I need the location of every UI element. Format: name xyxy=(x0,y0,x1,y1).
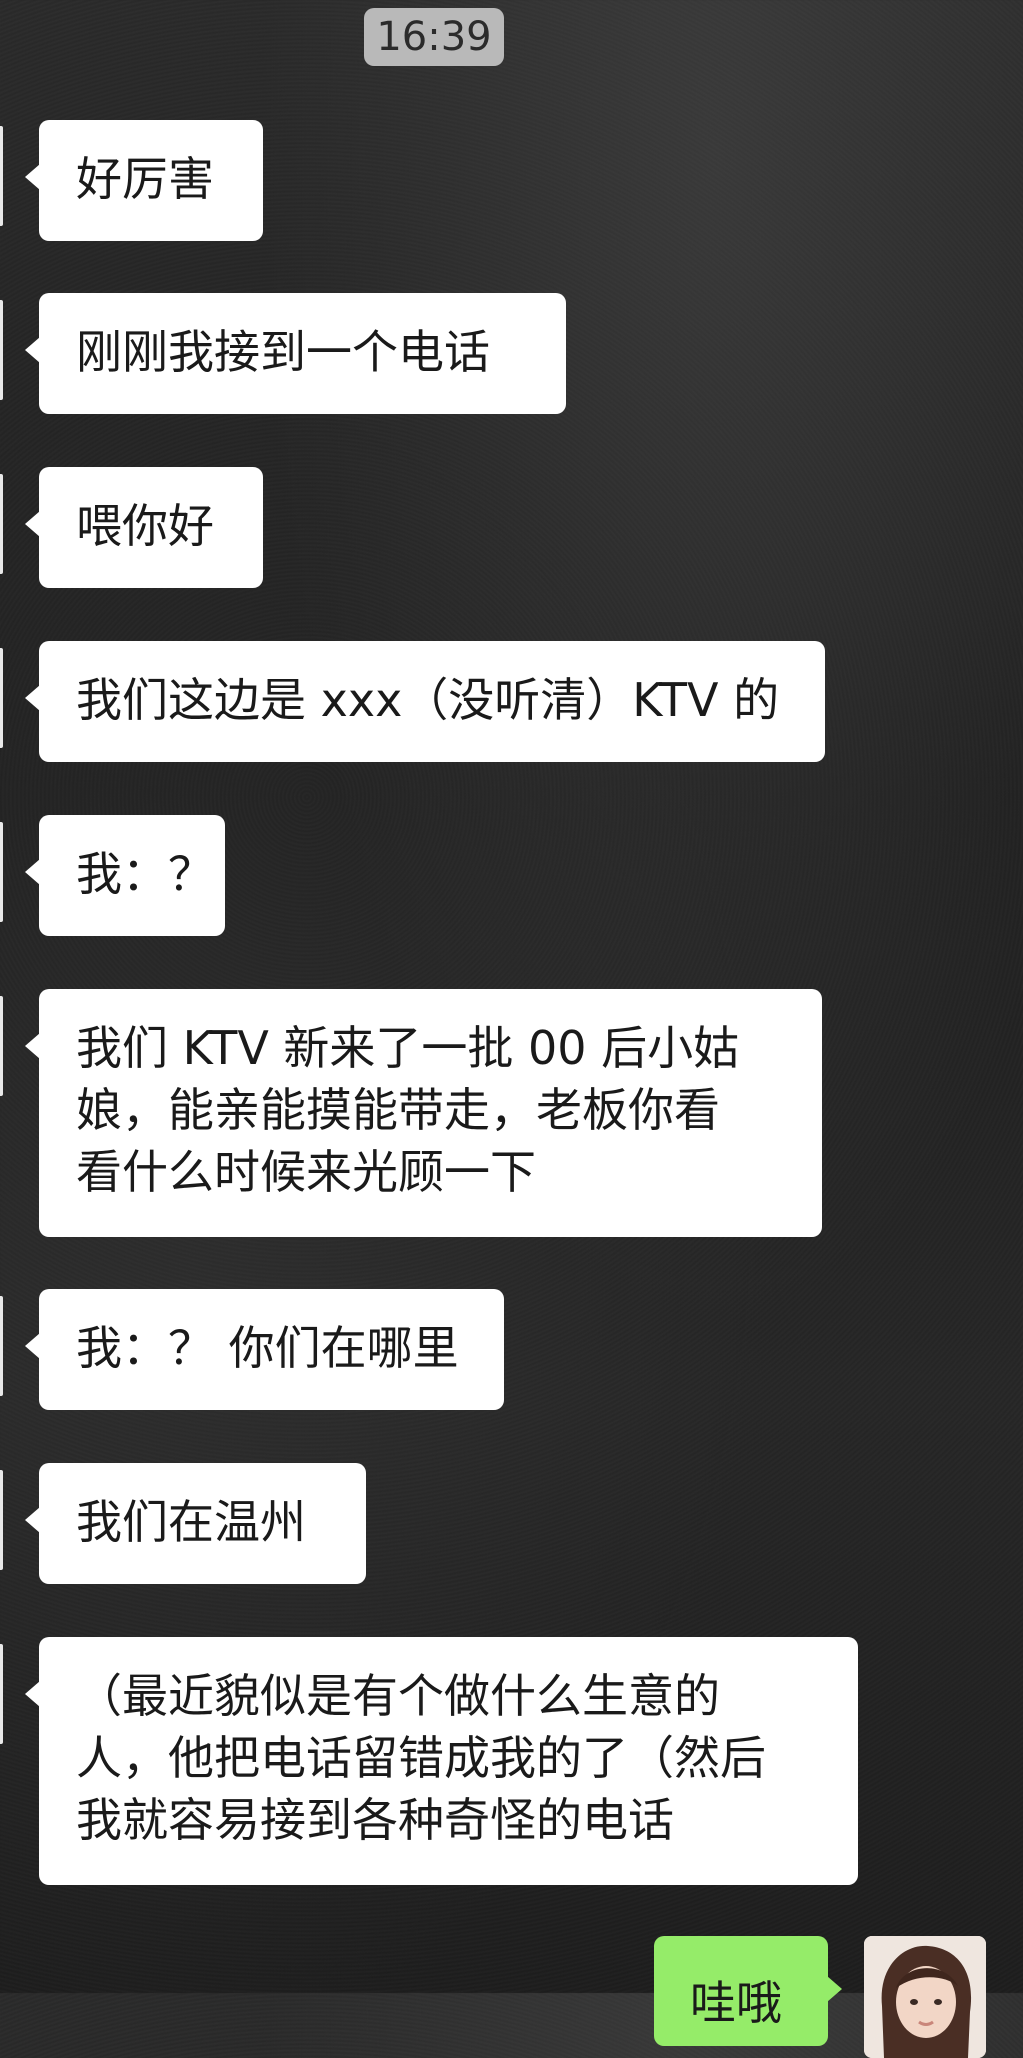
user-avatar[interactable] xyxy=(864,1936,986,2058)
sender-avatar[interactable] xyxy=(0,1644,3,1744)
sender-avatar[interactable] xyxy=(0,822,3,922)
message-bubble[interactable]: 我们在温州 xyxy=(25,1463,366,1584)
sender-avatar[interactable] xyxy=(0,474,3,574)
chat-area: 16:39 好厉害 刚刚我接到一个电话 喂你好 我们这边是 xxx（没听清）KT… xyxy=(0,0,1023,2058)
sender-avatar[interactable] xyxy=(0,300,3,400)
sender-avatar[interactable] xyxy=(0,648,3,748)
message-bubble[interactable]: 我：？ 你们在哪里 xyxy=(25,1289,504,1410)
avatar-portrait-icon xyxy=(864,1936,986,2058)
sender-avatar[interactable] xyxy=(0,126,3,226)
message-bubble[interactable]: 我们 KTV 新来了一批 00 后小姑 娘，能亲能摸能带走，老板你看 看什么时候… xyxy=(25,989,822,1237)
message-bubble[interactable]: （最近貌似是有个做什么生意的 人，他把电话留错成我的了（然后 我就容易接到各种奇… xyxy=(25,1637,858,1885)
message-bubble[interactable]: 喂你好 xyxy=(25,467,263,588)
message-bubble[interactable]: 好厉害 xyxy=(25,120,263,241)
message-bubble[interactable]: 刚刚我接到一个电话 xyxy=(25,293,566,414)
sender-avatar[interactable] xyxy=(0,996,3,1096)
message-bubble[interactable]: 我：？ xyxy=(25,815,225,936)
timestamp: 16:39 xyxy=(364,8,504,66)
outgoing-message-bubble[interactable]: 哇哦 xyxy=(654,1936,842,2046)
message-bubble[interactable]: 我们这边是 xxx（没听清）KTV 的 xyxy=(25,641,825,762)
sender-avatar[interactable] xyxy=(0,1296,3,1396)
sender-avatar[interactable] xyxy=(0,1470,3,1570)
